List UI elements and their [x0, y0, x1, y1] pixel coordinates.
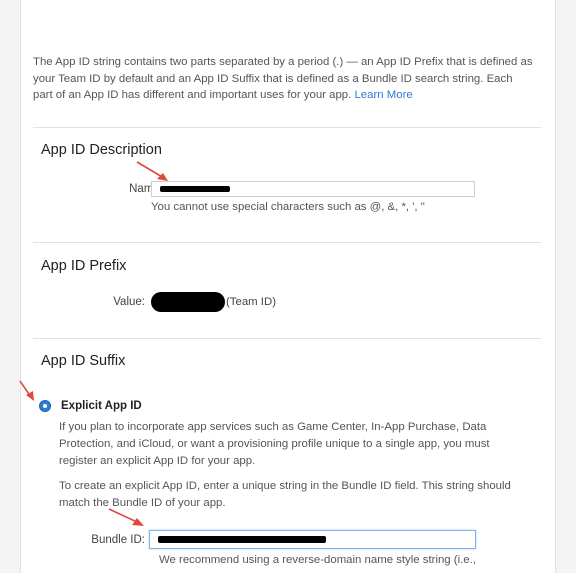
section-title-description: App ID Description — [41, 142, 162, 158]
app-id-form-panel: The App ID string contains two parts sep… — [19, 0, 556, 573]
explicit-app-id-radio[interactable] — [39, 400, 51, 412]
redacted-bundle-id-value — [158, 536, 326, 543]
bundle-id-hint: We recommend using a reverse-domain name… — [159, 554, 476, 566]
bundle-id-label: Bundle ID: — [91, 534, 145, 546]
team-id-suffix: (Team ID) — [226, 296, 276, 308]
annotation-arrow-radio — [19, 380, 34, 401]
prefix-value-label: Value: — [113, 296, 145, 308]
bundle-id-input[interactable] — [149, 530, 476, 549]
annotation-arrow-bundle — [108, 508, 144, 526]
explicit-description: If you plan to incorporate app services … — [59, 421, 490, 467]
section-title-prefix: App ID Prefix — [41, 258, 127, 274]
name-input[interactable] — [151, 181, 475, 197]
intro-text: The App ID string contains two parts sep… — [33, 54, 533, 104]
redacted-team-id — [151, 292, 225, 312]
section-title-suffix: App ID Suffix — [41, 353, 126, 369]
intro-body: The App ID string contains two parts sep… — [33, 56, 533, 101]
redacted-name-value — [160, 186, 230, 192]
learn-more-link[interactable]: Learn More — [354, 89, 412, 101]
divider — [33, 127, 541, 128]
explicit-app-id-label: Explicit App ID — [61, 400, 142, 412]
divider — [33, 242, 541, 243]
divider — [33, 338, 541, 339]
name-hint: You cannot use special characters such a… — [151, 201, 425, 213]
